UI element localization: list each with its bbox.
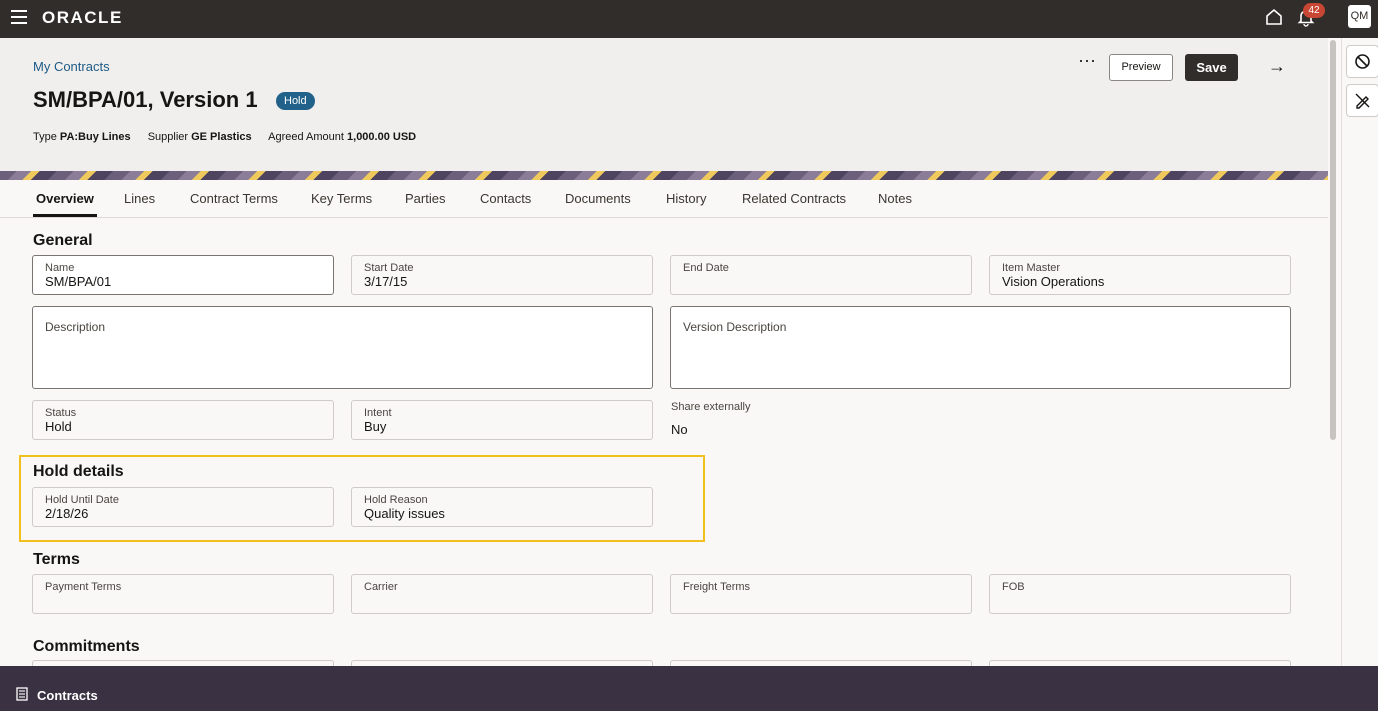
supplier-value: GE Plastics xyxy=(191,131,252,143)
intent-value: Buy xyxy=(364,419,387,434)
right-toolbar xyxy=(1341,38,1378,666)
block-icon[interactable] xyxy=(1346,45,1378,78)
carrier-label: Carrier xyxy=(364,581,398,593)
section-general-title: General xyxy=(33,232,93,249)
hold-reason-value: Quality issues xyxy=(364,506,445,521)
intent-field[interactable]: Intent Buy xyxy=(351,400,653,440)
description-field[interactable]: Description xyxy=(32,306,653,389)
status-badge: Hold xyxy=(276,92,315,110)
intent-label: Intent xyxy=(364,407,392,419)
notification-count-badge: 42 xyxy=(1303,3,1325,18)
name-label: Name xyxy=(45,262,75,274)
oracle-logo: ORACLE xyxy=(42,8,123,27)
breadcrumb-my-contracts[interactable]: My Contracts xyxy=(33,59,110,74)
page-header: My Contracts SM/BPA/01, Version 1 Hold T… xyxy=(0,38,1328,173)
fob-field[interactable]: FOB xyxy=(989,574,1291,614)
hold-until-date-value: 2/18/26 xyxy=(45,506,89,521)
save-button[interactable]: Save xyxy=(1185,54,1238,81)
end-date-field[interactable]: End Date xyxy=(670,255,972,295)
share-externally-value: No xyxy=(671,422,688,437)
page-title: SM/BPA/01, Version 1 xyxy=(33,87,258,112)
tab-overview[interactable]: Overview xyxy=(36,191,94,206)
section-terms-title: Terms xyxy=(33,551,80,568)
status-label: Status xyxy=(45,407,77,419)
status-field[interactable]: Status Hold xyxy=(32,400,334,440)
bottom-bar: Contracts xyxy=(0,666,1378,711)
freight-terms-label: Freight Terms xyxy=(683,581,751,593)
end-date-label: End Date xyxy=(683,262,729,274)
section-commitments-title: Commitments xyxy=(33,638,140,655)
type-label: Type xyxy=(33,131,57,143)
version-description-field[interactable]: Version Description xyxy=(670,306,1291,389)
tab-notes[interactable]: Notes xyxy=(878,191,912,206)
tab-related-contracts[interactable]: Related Contracts xyxy=(742,191,846,206)
tab-bar: Overview Lines Contract Terms Key Terms … xyxy=(0,180,1328,218)
home-icon[interactable] xyxy=(1264,7,1284,27)
carrier-field[interactable]: Carrier xyxy=(351,574,653,614)
agreed-amount-label: Agreed Amount xyxy=(268,131,344,143)
user-avatar[interactable]: QM xyxy=(1348,5,1371,28)
more-actions-button[interactable]: ··· xyxy=(1076,51,1098,76)
tab-contract-terms[interactable]: Contract Terms xyxy=(190,191,278,206)
next-arrow-icon[interactable]: → xyxy=(1268,56,1286,77)
global-header: ORACLE 42 QM xyxy=(0,0,1378,38)
no-edit-icon[interactable] xyxy=(1346,84,1378,117)
tab-documents[interactable]: Documents xyxy=(565,191,631,206)
version-description-label: Version Description xyxy=(683,320,787,334)
tab-key-terms[interactable]: Key Terms xyxy=(311,191,372,206)
tab-history[interactable]: History xyxy=(666,191,706,206)
item-master-field[interactable]: Item Master Vision Operations xyxy=(989,255,1291,295)
hold-until-date-field[interactable]: Hold Until Date 2/18/26 xyxy=(32,487,334,527)
decorative-banner xyxy=(0,171,1328,180)
hold-until-date-label: Hold Until Date xyxy=(45,494,119,506)
start-date-label: Start Date xyxy=(364,262,414,274)
footer-contracts-label[interactable]: Contracts xyxy=(37,688,98,703)
start-date-field[interactable]: Start Date 3/17/15 xyxy=(351,255,653,295)
share-externally-label: Share externally xyxy=(671,401,751,413)
contracts-icon xyxy=(16,687,28,701)
contract-summary: Type PA:Buy Lines Supplier GE Plastics A… xyxy=(33,131,430,143)
menu-icon[interactable] xyxy=(11,10,27,24)
preview-button[interactable]: Preview xyxy=(1109,54,1173,81)
hold-reason-field[interactable]: Hold Reason Quality issues xyxy=(351,487,653,527)
fob-label: FOB xyxy=(1002,581,1025,593)
agreed-amount-value: 1,000.00 USD xyxy=(347,131,417,143)
name-field[interactable]: Name SM/BPA/01 xyxy=(32,255,334,295)
description-label: Description xyxy=(45,320,106,334)
section-hold-details-title: Hold details xyxy=(33,463,124,480)
payment-terms-label: Payment Terms xyxy=(45,581,122,593)
status-value: Hold xyxy=(45,419,72,434)
hold-reason-label: Hold Reason xyxy=(364,494,428,506)
start-date-value: 3/17/15 xyxy=(364,274,408,289)
freight-terms-field[interactable]: Freight Terms xyxy=(670,574,972,614)
name-value: SM/BPA/01 xyxy=(45,274,112,289)
active-tab-indicator xyxy=(33,214,97,217)
item-master-value: Vision Operations xyxy=(1002,274,1105,289)
supplier-label: Supplier xyxy=(147,131,189,143)
page-scrollbar[interactable] xyxy=(1330,40,1336,440)
tab-contacts[interactable]: Contacts xyxy=(480,191,531,206)
payment-terms-field[interactable]: Payment Terms xyxy=(32,574,334,614)
item-master-label: Item Master xyxy=(1002,262,1061,274)
tab-parties[interactable]: Parties xyxy=(405,191,445,206)
type-value: PA:Buy Lines xyxy=(59,131,131,143)
tab-lines[interactable]: Lines xyxy=(124,191,155,206)
